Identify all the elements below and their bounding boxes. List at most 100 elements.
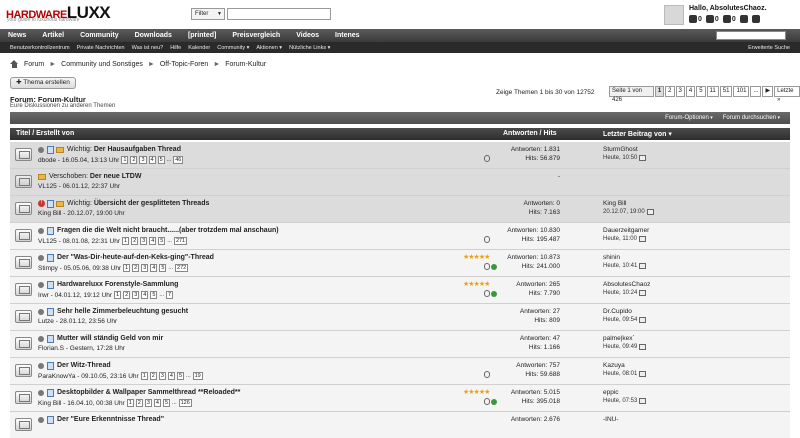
subnav-item-actions[interactable]: Aktionen ▾ bbox=[256, 45, 282, 51]
nav-item-videos[interactable]: Videos bbox=[288, 32, 327, 39]
go-to-post-icon[interactable] bbox=[646, 209, 654, 215]
nav-item-intenes[interactable]: Intenes bbox=[327, 32, 368, 39]
thread-title[interactable]: Desktopbilder & Wallpaper Sammelthread *… bbox=[57, 389, 240, 396]
nav-search-input[interactable] bbox=[716, 31, 786, 40]
thread-page-link[interactable]: 4 bbox=[149, 237, 157, 245]
author-text[interactable]: Stimpy - 05.05.06, 09:38 Uhr bbox=[38, 265, 121, 272]
go-to-post-icon[interactable] bbox=[639, 317, 647, 323]
author-text[interactable]: Lutze - 28.01.12, 23:56 Uhr bbox=[38, 318, 117, 325]
page-link[interactable]: 5 bbox=[696, 86, 706, 97]
page-link[interactable]: 3 bbox=[675, 86, 685, 97]
thread-title-text[interactable]: Der "Was-Dir-heute-auf-den-Keks-ging"-Th… bbox=[57, 254, 214, 261]
thread-page-link[interactable]: 1 bbox=[123, 264, 131, 272]
nav-item-preisvergleich[interactable]: Preisvergleich bbox=[224, 32, 288, 39]
filter-select[interactable]: Filter ▼ bbox=[191, 8, 225, 20]
go-to-post-icon[interactable] bbox=[638, 236, 646, 242]
breadcrumb-item[interactable]: Forum bbox=[24, 61, 44, 68]
column-replies[interactable]: Antworten / Hits bbox=[503, 130, 557, 137]
go-to-post-icon[interactable] bbox=[639, 398, 647, 404]
thread-page-link[interactable]: 4 bbox=[148, 156, 156, 164]
thread-page-link[interactable]: 1 bbox=[140, 372, 148, 380]
thread-title[interactable]: Wichtig: Übersicht der gesplitteten Thre… bbox=[67, 200, 209, 207]
last-post-user[interactable]: -INU- bbox=[603, 416, 619, 423]
table-row[interactable]: Mutter will ständig Geld von mir Florian.… bbox=[10, 331, 790, 358]
table-row[interactable]: Hardwareluxx Forenstyle-Sammlung Irwr - 0… bbox=[10, 277, 790, 304]
notifications-counter[interactable]: 0 bbox=[705, 15, 719, 23]
table-row[interactable]: ! Wichtig: Übersicht der gesplitteten Thr… bbox=[10, 196, 790, 223]
column-last-post[interactable]: Letzter Beitrag von ▾ bbox=[603, 130, 672, 138]
page-link[interactable]: 51 bbox=[719, 86, 733, 97]
table-row[interactable]: Sehr helle Zimmerbeleuchtung gesucht Lutz… bbox=[10, 304, 790, 331]
thread-title-text[interactable]: Übersicht der gesplitteten Threads bbox=[94, 200, 210, 207]
last-post-user[interactable]: SturmGhost bbox=[603, 146, 638, 153]
thread-last-page-link[interactable]: 19 bbox=[192, 372, 203, 380]
go-to-post-icon[interactable] bbox=[639, 344, 647, 350]
thread-page-link[interactable]: 2 bbox=[149, 372, 157, 380]
advanced-search-link[interactable]: Erweiterte Suche bbox=[748, 45, 790, 51]
thread-page-link[interactable]: 1 bbox=[114, 291, 122, 299]
next-page-button[interactable]: ▶ bbox=[762, 86, 774, 97]
page-link[interactable]: 11 bbox=[706, 86, 719, 97]
last-page-button[interactable]: Letzte » bbox=[774, 86, 800, 103]
thread-title[interactable]: Der "Was-Dir-heute-auf-den-Keks-ging"-Th… bbox=[57, 254, 214, 261]
thread-title-text[interactable]: Desktopbilder & Wallpaper Sammelthread *… bbox=[57, 389, 240, 396]
thread-page-link[interactable]: 3 bbox=[132, 291, 140, 299]
thread-title[interactable]: Sehr helle Zimmerbeleuchtung gesucht bbox=[57, 308, 188, 315]
thread-page-link[interactable]: 5 bbox=[162, 399, 171, 407]
thread-page-link[interactable]: 3 bbox=[158, 372, 166, 380]
subnav-item-links[interactable]: Nützliche Links ▾ bbox=[289, 45, 330, 51]
thread-page-link[interactable]: 2 bbox=[130, 156, 138, 164]
last-post-user[interactable]: shinin bbox=[603, 254, 620, 261]
author-text[interactable]: King Bill - 16.04.10, 00:38 Uhr bbox=[38, 400, 125, 407]
subnav-item-calendar[interactable]: Kalender bbox=[188, 45, 210, 51]
nav-item-news[interactable]: News bbox=[0, 32, 34, 39]
thread-page-link[interactable]: 3 bbox=[141, 264, 149, 272]
thread-page-link[interactable]: 5 bbox=[157, 156, 165, 164]
table-row[interactable]: Desktopbilder & Wallpaper Sammelthread *… bbox=[10, 385, 790, 412]
settings-link[interactable] bbox=[739, 15, 748, 23]
subnav-item-usercp[interactable]: Benutzerkontrollzentrum bbox=[10, 45, 70, 51]
thread-page-link[interactable]: 1 bbox=[122, 237, 130, 245]
thread-page-link[interactable]: 5 bbox=[150, 291, 158, 299]
thread-title[interactable]: Der "Eure Erkenntnisse Thread" bbox=[57, 416, 164, 423]
logout-link[interactable] bbox=[751, 15, 760, 23]
last-post-user[interactable]: eppic bbox=[603, 389, 619, 396]
thread-title-text[interactable]: Der Witz-Thread bbox=[57, 362, 111, 369]
subnav-item-community[interactable]: Community ▾ bbox=[217, 45, 249, 51]
last-post-user[interactable]: Dr.Cupido bbox=[603, 308, 632, 315]
last-post-user[interactable]: AbsolutesChaoz bbox=[603, 281, 650, 288]
thread-page-link[interactable]: 5 bbox=[158, 237, 166, 245]
thread-page-link[interactable]: 4 bbox=[153, 399, 161, 407]
avatar[interactable] bbox=[664, 5, 684, 25]
thread-page-link[interactable]: 4 bbox=[150, 264, 158, 272]
last-post-user[interactable]: palme|kex` bbox=[603, 335, 635, 342]
author-text[interactable]: Irwr - 04.01.12, 19:12 Uhr bbox=[38, 292, 112, 299]
forum-search-menu[interactable]: Forum durchsuchen bbox=[723, 115, 780, 121]
author-text[interactable]: dbode - 16.05.04, 13:13 Uhr bbox=[38, 157, 119, 164]
column-title[interactable]: Titel / Erstellt von bbox=[16, 130, 74, 137]
thread-page-link[interactable]: 5 bbox=[159, 264, 167, 272]
breadcrumb-item[interactable]: Off-Topic-Foren bbox=[160, 61, 209, 68]
new-thread-button[interactable]: ✚ Thema erstellen bbox=[10, 77, 76, 89]
thread-last-page-link[interactable]: 272 bbox=[175, 264, 189, 272]
page-link[interactable]: ... bbox=[750, 86, 762, 97]
go-to-post-icon[interactable] bbox=[639, 371, 647, 377]
table-row[interactable]: Wichtig: Der Hausaufgaben Thread dbode - … bbox=[10, 142, 790, 169]
nav-item-downloads[interactable]: Downloads bbox=[127, 32, 180, 39]
go-to-post-icon[interactable] bbox=[639, 263, 647, 269]
thread-title[interactable]: Verschoben: Der neue LTDW bbox=[49, 173, 141, 180]
thread-page-link[interactable]: 2 bbox=[132, 264, 140, 272]
header-search-input[interactable] bbox=[227, 8, 331, 20]
thread-page-link[interactable]: 4 bbox=[167, 372, 175, 380]
page-link[interactable]: 4 bbox=[685, 86, 696, 97]
page-link[interactable]: 101 bbox=[733, 86, 750, 97]
author-text[interactable]: VL125 - 08.01.08, 22:31 Uhr bbox=[38, 238, 120, 245]
thread-page-link[interactable]: 5 bbox=[176, 372, 185, 380]
page-label[interactable]: Seite 1 von 426 bbox=[609, 86, 654, 103]
thread-last-page-link[interactable]: 271 bbox=[173, 237, 188, 245]
author-text[interactable]: Florian.S - Gestern, 17:28 Uhr bbox=[38, 345, 125, 352]
thread-page-link[interactable]: 3 bbox=[140, 237, 148, 245]
thread-page-link[interactable]: 3 bbox=[144, 399, 152, 407]
author-text[interactable]: VL125 - 06.01.12, 22:37 Uhr bbox=[38, 183, 120, 190]
table-row[interactable]: Fragen die die Welt nicht braucht......(… bbox=[10, 223, 790, 250]
